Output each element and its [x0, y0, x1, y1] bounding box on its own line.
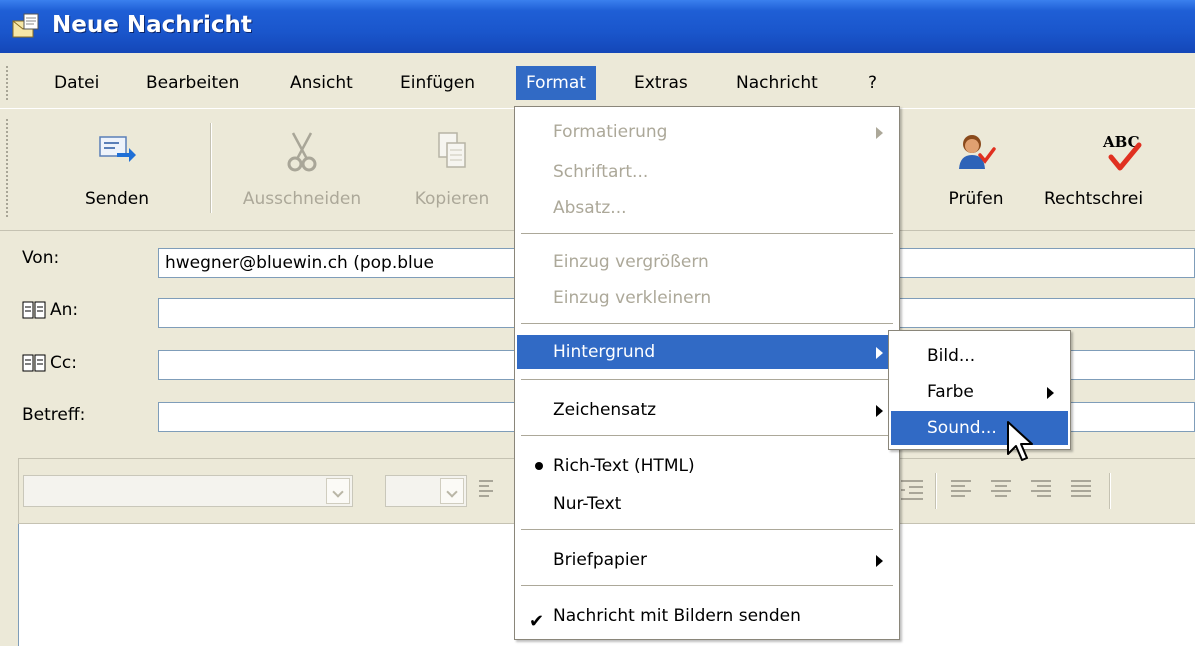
font-name-combo[interactable]: [23, 475, 353, 507]
submenu-item-picture[interactable]: Bild...: [891, 339, 1068, 373]
background-submenu: Bild... Farbe Sound...: [888, 330, 1071, 450]
cc-label: Cc:: [50, 353, 77, 373]
chevron-right-icon: [876, 127, 883, 139]
menu-item-send-pictures[interactable]: ✔ Nachricht mit Bildern senden: [517, 599, 897, 633]
chevron-down-icon[interactable]: [440, 478, 464, 504]
menu-einfuegen[interactable]: Einfügen: [390, 68, 485, 98]
to-label: An:: [50, 300, 79, 320]
menu-item-plain-text[interactable]: Nur-Text: [517, 487, 897, 521]
cut-button[interactable]: Ausschneiden: [222, 109, 382, 230]
from-value: hwegner@bluewin.ch (pop.blue: [165, 253, 434, 273]
send-icon: [99, 136, 136, 162]
menu-ansicht[interactable]: Ansicht: [280, 68, 363, 98]
window-title: Neue Nachricht: [52, 12, 252, 38]
menu-item-rich-text[interactable]: Rich-Text (HTML): [517, 449, 897, 483]
chevron-right-icon: [1047, 387, 1054, 399]
submenu-item-sound[interactable]: Sound...: [891, 411, 1068, 445]
cc-label-wrap[interactable]: Cc:: [22, 353, 77, 373]
chevron-right-icon: [876, 555, 883, 567]
chevron-right-icon: [876, 405, 883, 417]
format-menu: Formatierung Schriftart... Absatz... Ein…: [514, 106, 900, 640]
new-message-icon: [12, 13, 39, 38]
menu-separator: [521, 323, 893, 325]
menu-datei[interactable]: Datei: [44, 68, 109, 98]
copy-button[interactable]: Kopieren: [392, 109, 512, 230]
align-right-icon[interactable]: [1029, 477, 1053, 507]
justify-icon[interactable]: [1069, 477, 1093, 507]
radio-bullet-icon: [535, 462, 543, 470]
menu-item-background[interactable]: Hintergrund: [517, 335, 897, 369]
menu-separator: [521, 379, 893, 381]
align-left-icon[interactable]: [949, 477, 973, 507]
menu-separator: [521, 233, 893, 235]
submenu-item-color[interactable]: Farbe: [891, 375, 1068, 409]
address-book-icon: [22, 354, 46, 372]
spelling-button[interactable]: ABC Rechtschrei: [1034, 109, 1195, 230]
menu-separator: [521, 529, 893, 531]
menu-extras[interactable]: Extras: [624, 68, 698, 98]
menu-help[interactable]: ?: [858, 68, 887, 98]
copy-label: Kopieren: [414, 189, 490, 209]
check-names-label: Prüfen: [948, 189, 1004, 209]
menu-nachricht[interactable]: Nachricht: [726, 68, 828, 98]
address-book-icon: [22, 301, 46, 319]
menu-item-font[interactable]: Schriftart...: [517, 155, 897, 189]
subject-label: Betreff:: [22, 405, 86, 425]
chevron-down-icon[interactable]: [326, 478, 350, 504]
send-button[interactable]: Senden: [62, 109, 172, 230]
font-size-combo[interactable]: [385, 475, 467, 507]
mouse-cursor-icon: [1007, 421, 1033, 461]
menu-bearbeiten[interactable]: Bearbeiten: [136, 68, 249, 98]
format-separator: [935, 473, 937, 509]
menu-separator: [521, 585, 893, 587]
from-label: Von:: [22, 248, 60, 268]
menu-item-stationery[interactable]: Briefpapier: [517, 543, 897, 577]
chevron-right-icon: [876, 347, 883, 359]
menu-item-indent-increase[interactable]: Einzug vergrößern: [517, 245, 897, 279]
paragraph-style-icon[interactable]: [477, 477, 501, 507]
toolbar-separator: [210, 123, 212, 213]
check-names-icon: [959, 135, 996, 169]
check-names-button[interactable]: Prüfen: [926, 109, 1026, 230]
menu-separator: [521, 435, 893, 437]
increase-indent-icon[interactable]: [899, 477, 925, 507]
send-label: Senden: [84, 189, 150, 209]
spelling-label: Rechtschrei: [1044, 189, 1144, 209]
format-separator: [1109, 473, 1111, 509]
to-label-wrap[interactable]: An:: [22, 300, 78, 320]
scissors-icon: [287, 132, 317, 172]
toolbar-grip[interactable]: [6, 119, 11, 217]
menu-item-charset[interactable]: Zeichensatz: [517, 393, 897, 427]
menu-item-formatting[interactable]: Formatierung: [517, 115, 897, 149]
menu-bar: Datei Bearbeiten Ansicht Einfügen Format…: [0, 56, 1195, 108]
align-center-icon[interactable]: [989, 477, 1013, 507]
cut-label: Ausschneiden: [242, 189, 362, 209]
title-bar: Neue Nachricht: [0, 0, 1195, 53]
copy-icon: [438, 132, 466, 168]
menu-item-indent-decrease[interactable]: Einzug verkleinern: [517, 281, 897, 315]
spelling-icon: ABC: [1102, 133, 1142, 171]
checkmark-icon: ✔: [529, 611, 545, 632]
menubar-grip[interactable]: [6, 66, 11, 100]
menu-format[interactable]: Format: [516, 66, 596, 100]
menu-item-paragraph[interactable]: Absatz...: [517, 191, 897, 225]
